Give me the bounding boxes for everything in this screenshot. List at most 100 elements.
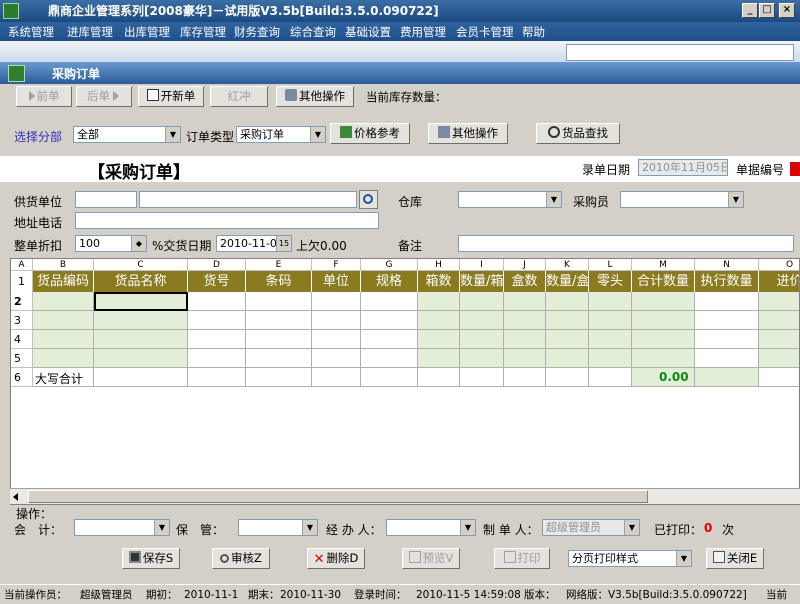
grid-cell[interactable] <box>632 349 695 368</box>
grid-cell[interactable] <box>418 349 460 368</box>
col-header[interactable]: 零头 <box>589 271 632 292</box>
horizontal-scrollbar[interactable] <box>10 488 800 504</box>
grid-cell[interactable] <box>589 349 632 368</box>
grid-cell[interactable] <box>361 311 418 330</box>
grid-cell[interactable] <box>188 311 246 330</box>
discount-input[interactable]: 100 ◆ <box>75 235 147 252</box>
grid-cell[interactable] <box>759 368 799 387</box>
address-input[interactable] <box>75 212 379 229</box>
grid-cell[interactable] <box>504 368 546 387</box>
grid-cell[interactable] <box>589 292 632 311</box>
col-header[interactable]: 条码 <box>246 271 312 292</box>
delivery-date-input[interactable]: 2010-11-05 15 <box>216 235 292 252</box>
grid-cell[interactable] <box>589 330 632 349</box>
grid-cell[interactable] <box>361 349 418 368</box>
grid-cell[interactable] <box>632 292 695 311</box>
grid-cell[interactable] <box>695 292 759 311</box>
col-header[interactable]: 货品名称 <box>94 271 188 292</box>
grid-cell[interactable] <box>312 349 361 368</box>
handler-select[interactable]: ▼ <box>386 519 476 536</box>
grid-cell[interactable] <box>361 330 418 349</box>
grid-cell[interactable] <box>312 311 361 330</box>
col-header[interactable]: 规格 <box>361 271 418 292</box>
grid-cell[interactable] <box>632 330 695 349</box>
grid-cell[interactable] <box>546 349 589 368</box>
grid-cell[interactable] <box>632 311 695 330</box>
order-type-select[interactable]: 采购订单 ▼ <box>236 126 326 143</box>
col-header[interactable]: 执行数量 <box>695 271 759 292</box>
grid-cell[interactable] <box>94 330 188 349</box>
grid-cell[interactable] <box>188 368 246 387</box>
remarks-input[interactable] <box>458 235 794 252</box>
menu-help[interactable]: 帮助 <box>522 24 545 40</box>
row-header[interactable]: 2 <box>11 292 33 311</box>
menu-finance[interactable]: 财务查询 <box>234 24 280 40</box>
grid-cell[interactable] <box>695 311 759 330</box>
grid-cell[interactable] <box>188 349 246 368</box>
grid-cell[interactable] <box>759 330 799 349</box>
supplier-code-input[interactable] <box>75 191 137 208</box>
goods-find-button[interactable]: 货品查找 <box>536 123 620 144</box>
col-header[interactable]: 货品编码 <box>33 271 94 292</box>
menu-inbound[interactable]: 进库管理 <box>67 24 113 40</box>
maker-select[interactable]: 超级管理员 ▼ <box>542 519 640 536</box>
grid-cell[interactable] <box>546 368 589 387</box>
grid-cell[interactable] <box>33 311 94 330</box>
grid-cell[interactable] <box>546 311 589 330</box>
grid-cell[interactable] <box>759 311 799 330</box>
grid-cell[interactable] <box>589 368 632 387</box>
scroll-left-icon[interactable] <box>13 493 18 501</box>
prev-doc-button[interactable]: 前单 <box>16 86 72 107</box>
row-header[interactable]: 3 <box>11 311 33 330</box>
grid-cell[interactable] <box>361 292 418 311</box>
delete-button[interactable]: ✕ 删除D <box>307 548 365 569</box>
menu-expenses[interactable]: 费用管理 <box>400 24 446 40</box>
grid-cell[interactable] <box>418 311 460 330</box>
grid-cell[interactable] <box>33 292 94 311</box>
print-style-select[interactable]: 分页打印样式 ▼ <box>568 550 692 567</box>
scroll-thumb[interactable] <box>28 490 648 503</box>
grid-cell[interactable] <box>418 292 460 311</box>
row-header[interactable]: 4 <box>11 330 33 349</box>
grid-cell[interactable] <box>759 349 799 368</box>
grid-cell[interactable] <box>460 349 504 368</box>
grid-cell[interactable] <box>246 349 312 368</box>
grid-cell[interactable] <box>94 311 188 330</box>
grid-cell[interactable] <box>460 368 504 387</box>
grid-cell[interactable] <box>504 349 546 368</box>
menu-member-card[interactable]: 会员卡管理 <box>456 24 514 40</box>
grid-cell[interactable] <box>246 311 312 330</box>
menu-inventory[interactable]: 库存管理 <box>180 24 226 40</box>
grid-cell[interactable] <box>94 292 188 311</box>
other-ops-button-2[interactable]: 其他操作 <box>428 123 508 144</box>
new-doc-button[interactable]: 开新单 <box>138 86 204 107</box>
maximize-button[interactable]: □ <box>759 3 775 18</box>
other-ops-button[interactable]: 其他操作 <box>276 86 354 107</box>
row-header[interactable]: 5 <box>11 349 33 368</box>
dept-select[interactable]: 全部 ▼ <box>73 126 181 143</box>
grid-cell[interactable] <box>312 330 361 349</box>
grid-cell[interactable] <box>460 311 504 330</box>
col-header[interactable]: 数量/箱 <box>460 271 504 292</box>
grid-cell[interactable] <box>759 292 799 311</box>
save-button[interactable]: 保存S <box>122 548 180 569</box>
audit-button[interactable]: 审核Z <box>212 548 270 569</box>
grid-cell[interactable] <box>546 330 589 349</box>
grid-cell[interactable] <box>246 292 312 311</box>
col-header[interactable]: 箱数 <box>418 271 460 292</box>
col-header[interactable]: 数量/盒 <box>546 271 589 292</box>
grid-cell[interactable] <box>188 292 246 311</box>
price-ref-button[interactable]: 价格参考 <box>330 123 410 144</box>
grid-cell[interactable] <box>460 292 504 311</box>
grid-cell[interactable] <box>94 349 188 368</box>
grid-cell[interactable] <box>418 330 460 349</box>
grid-cell[interactable] <box>504 330 546 349</box>
grid-cell[interactable] <box>695 349 759 368</box>
grid-cell[interactable] <box>504 292 546 311</box>
grid-cell[interactable] <box>246 368 312 387</box>
preview-button[interactable]: 预览V <box>402 548 460 569</box>
print-button[interactable]: 打印 <box>494 548 550 569</box>
grid-cell[interactable] <box>695 368 759 387</box>
col-header[interactable]: 盒数 <box>504 271 546 292</box>
keeper-select[interactable]: ▼ <box>238 519 318 536</box>
